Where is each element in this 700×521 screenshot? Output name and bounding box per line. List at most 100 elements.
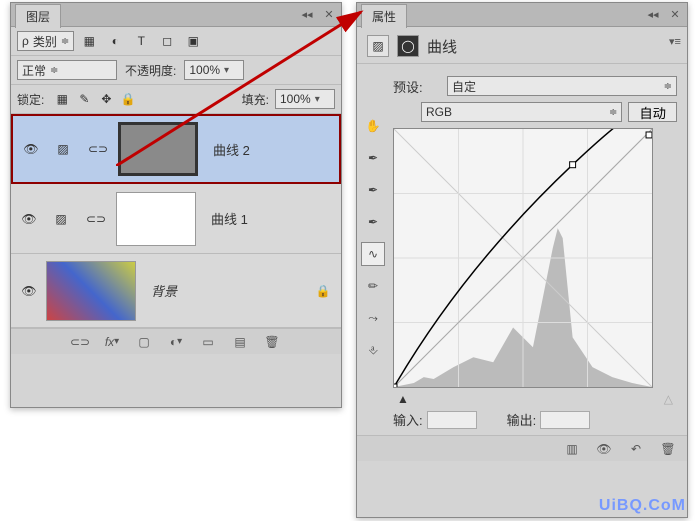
opacity-dropdown[interactable]: 100% ▾	[184, 60, 244, 80]
visibility-icon[interactable]: 👁	[23, 142, 38, 156]
filter-adjust-icon[interactable]: ◐	[106, 32, 124, 50]
chevron-down-icon: ▾	[315, 94, 320, 105]
preset-label: 预设:	[393, 77, 441, 96]
fill-label: 填充:	[242, 91, 269, 108]
layer-thumb[interactable]	[46, 261, 136, 321]
layers-blend-toolbar: 正常 ≑ 不透明度: 100% ▾	[11, 56, 341, 85]
layer-row[interactable]: 👁 背景 🔒	[11, 254, 341, 328]
layers-tab[interactable]: 图层	[15, 4, 61, 28]
lock-icon: 🔒	[316, 284, 331, 298]
visibility-icon[interactable]: 👁	[21, 212, 36, 226]
curves-chart[interactable]	[393, 128, 653, 388]
smooth-icon[interactable]: ⤳	[361, 306, 385, 330]
group-icon[interactable]: ▭	[199, 333, 217, 351]
fx-icon[interactable]: fx▾	[103, 333, 121, 351]
opacity-value: 100%	[189, 63, 220, 77]
close-icon[interactable]: ✕	[321, 6, 337, 22]
filter-type-dropdown[interactable]: ρ 类别 ≑	[17, 31, 74, 51]
layer-name[interactable]: 背景	[141, 281, 311, 300]
chevron-down-icon: ▾	[224, 65, 229, 76]
collapse-icon[interactable]: ◂◂	[299, 6, 315, 22]
clip-icon[interactable]: ⎀	[361, 338, 385, 362]
chevron-down-icon: ≑	[61, 36, 69, 47]
panel-menu[interactable]: ▾≡	[667, 33, 683, 49]
collapse-icon[interactable]: ◂◂	[645, 6, 661, 22]
input-value-field[interactable]	[427, 411, 477, 429]
layer-name[interactable]: 曲线 1	[201, 209, 311, 228]
layer-name[interactable]: 曲线 2	[203, 140, 309, 159]
lock-pixels-icon[interactable]: ✎	[76, 91, 92, 107]
layers-panel: 图层 ◂◂ ✕ ρ 类别 ≑ ▦ ◐ T ◻ ▣ 正常 ≑ 不透明度: 100%…	[10, 2, 342, 408]
chevron-down-icon: ≑	[664, 81, 672, 92]
input-label: 输入:	[393, 410, 423, 429]
layer-list: 👁 ▨ ⊂⊃ 曲线 2 👁 ▨ ⊂⊃ 曲线 1 👁 背景 🔒	[11, 114, 341, 328]
black-point-slider[interactable]: ▲	[397, 392, 409, 406]
layer-row[interactable]: 👁 ▨ ⊂⊃ 曲线 1	[11, 184, 341, 254]
watermark: UiBQ.CoM	[599, 497, 686, 515]
auto-button[interactable]: 自动	[628, 102, 677, 122]
visibility-icon[interactable]: 👁	[21, 284, 36, 298]
properties-footer: ▥ 👁 ↶ 🗑	[357, 435, 687, 461]
properties-panel-header: 属性 ◂◂ ✕	[357, 3, 687, 27]
lock-all-icon[interactable]: 🔒	[120, 91, 136, 107]
trash-icon[interactable]: 🗑	[263, 333, 281, 351]
hand-icon[interactable]: ✋	[361, 114, 385, 138]
layer-mask-thumb[interactable]	[116, 192, 196, 246]
eyedropper-white-icon[interactable]: ✒	[361, 210, 385, 234]
menu-icon[interactable]: ▾≡	[667, 33, 683, 49]
eyedropper-gray-icon[interactable]: ✒	[361, 178, 385, 202]
link-icon[interactable]: ⊂⊃	[86, 212, 106, 226]
curve-sliders: ▲ △	[393, 392, 677, 406]
filter-icons: ▦ ◐ T ◻ ▣	[80, 32, 202, 50]
curves-icon: ▨	[367, 35, 389, 57]
channel-dropdown[interactable]: RGB ≑	[421, 102, 622, 122]
output-value-field[interactable]	[540, 411, 590, 429]
chevron-down-icon: ≑	[609, 107, 617, 118]
pencil-icon[interactable]: ✏	[361, 274, 385, 298]
filter-type-label: 类别	[33, 33, 57, 50]
lock-transparent-icon[interactable]: ▦	[54, 91, 70, 107]
blend-mode-value: 正常	[22, 62, 46, 79]
chevron-down-icon: ≑	[50, 65, 58, 76]
filter-shape-icon[interactable]: ◻	[158, 32, 176, 50]
preset-dropdown[interactable]: 自定 ≑	[447, 76, 677, 96]
blend-mode-dropdown[interactable]: 正常 ≑	[17, 60, 117, 80]
mask-icon[interactable]: ▢	[135, 333, 153, 351]
eyedropper-black-icon[interactable]: ✒	[361, 146, 385, 170]
channel-value: RGB	[426, 105, 452, 119]
link-icon[interactable]: ⊂⊃	[88, 142, 108, 156]
layers-panel-header: 图层 ◂◂ ✕	[11, 3, 341, 27]
toggle-visibility-icon[interactable]: 👁	[595, 440, 613, 458]
fill-value: 100%	[280, 92, 311, 106]
link-layers-icon[interactable]: ⊂⊃	[71, 333, 89, 351]
filter-smart-icon[interactable]: ▣	[184, 32, 202, 50]
white-point-slider[interactable]: △	[664, 392, 673, 406]
output-label: 输出:	[507, 410, 537, 429]
trash-icon[interactable]: 🗑	[659, 440, 677, 458]
layer-mask-thumb[interactable]	[118, 122, 198, 176]
filter-pixel-icon[interactable]: ▦	[80, 32, 98, 50]
curves-adjust-icon: ▨	[55, 212, 66, 226]
layers-filter-toolbar: ρ 类别 ≑ ▦ ◐ T ◻ ▣	[11, 27, 341, 56]
preset-value: 自定	[452, 78, 476, 95]
mask-icon[interactable]: ◯	[397, 35, 419, 57]
search-icon: ρ	[22, 34, 29, 48]
filter-text-icon[interactable]: T	[132, 32, 150, 50]
opacity-label: 不透明度:	[125, 62, 176, 79]
curve-main: 预设: 自定 ≑ RGB ≑ 自动	[389, 64, 687, 435]
curve-point-icon[interactable]: ∿	[361, 242, 385, 266]
reset-icon[interactable]: ↶	[627, 440, 645, 458]
adjustment-icon[interactable]: ◐▾	[167, 333, 185, 351]
lock-position-icon[interactable]: ✥	[98, 91, 114, 107]
layer-row[interactable]: 👁 ▨ ⊂⊃ 曲线 2	[11, 114, 341, 184]
fill-dropdown[interactable]: 100% ▾	[275, 89, 335, 109]
layers-footer: ⊂⊃ fx▾ ▢ ◐▾ ▭ ▤ 🗑	[11, 328, 341, 354]
clip-to-layer-icon[interactable]: ▥	[563, 440, 581, 458]
curves-adjust-icon: ▨	[57, 142, 68, 156]
close-icon[interactable]: ✕	[667, 6, 683, 22]
lock-label: 锁定:	[17, 91, 44, 108]
adjustment-title: 曲线	[427, 36, 457, 57]
layers-lock-toolbar: 锁定: ▦ ✎ ✥ 🔒 填充: 100% ▾	[11, 85, 341, 114]
properties-tab[interactable]: 属性	[361, 4, 407, 28]
new-layer-icon[interactable]: ▤	[231, 333, 249, 351]
